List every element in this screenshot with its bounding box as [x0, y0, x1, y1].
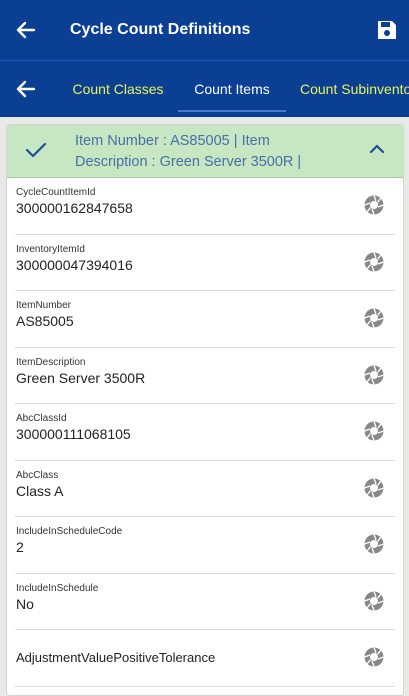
field-label: CycleCountItemId	[16, 187, 96, 198]
field-label: ItemDescription	[16, 356, 86, 368]
field-label: IncludeInScheduleCode	[16, 526, 123, 537]
arrow-left-icon	[16, 21, 36, 39]
back-button[interactable]	[0, 0, 52, 60]
chevron-up-icon[interactable]	[369, 143, 385, 155]
camera-aperture-icon[interactable]	[363, 364, 385, 386]
camera-aperture-icon[interactable]	[363, 477, 385, 499]
field-value: No	[16, 595, 34, 612]
tab-count-subinventories[interactable]: Count Subinventories	[300, 61, 409, 117]
field-value: 2	[16, 539, 24, 555]
field-label: AbcClassId	[16, 413, 67, 424]
card-header-line2: Description : Green Server 3500R |	[75, 154, 302, 170]
card-header-text: Item Number : AS85005 | Item Description…	[75, 131, 345, 173]
tab-bar: Count Classes Count Items Count Subinven…	[0, 60, 409, 117]
arrow-left-icon	[16, 80, 36, 98]
camera-aperture-icon[interactable]	[363, 307, 385, 329]
tab-back-button[interactable]	[0, 61, 52, 117]
camera-aperture-icon[interactable]	[363, 590, 385, 612]
field-value: 300000047394016	[16, 256, 133, 273]
card-header[interactable]: Item Number : AS85005 | Item Description…	[7, 125, 403, 178]
card-header-line1: Item Number : AS85005 | Item	[75, 133, 270, 149]
field-row-inventoryitemid: InventoryItemId 300000047394016	[15, 235, 395, 291]
field-label: InventoryItemId	[16, 243, 85, 255]
field-row-abcclassid: AbcClassId 300000111068105	[15, 404, 395, 461]
field-label: AbcClass	[16, 469, 59, 481]
camera-aperture-icon[interactable]	[363, 646, 385, 668]
check-icon	[25, 142, 47, 158]
item-card: Item Number : AS85005 | Item Description…	[6, 124, 404, 696]
tab-count-items[interactable]: Count Items	[178, 61, 286, 117]
field-row-adjustmentvaluepositivetolerance: AdjustmentValuePositiveTolerance	[15, 630, 395, 687]
camera-aperture-icon[interactable]	[363, 420, 385, 442]
field-label: AdjustmentValuePositiveTolerance	[16, 650, 216, 665]
page-title: Cycle Count Definitions	[70, 21, 251, 38]
save-button[interactable]	[365, 0, 409, 60]
field-value: Green Server 3500R	[16, 369, 146, 386]
camera-aperture-icon[interactable]	[363, 533, 385, 555]
field-row-includeinschedule: IncludeInSchedule No	[15, 574, 395, 630]
app-header: Cycle Count Definitions	[0, 0, 409, 60]
field-row-itemdescription: ItemDescription Green Server 3500R	[15, 348, 395, 404]
field-row-includeinschedulecode: IncludeInScheduleCode 2	[15, 517, 395, 574]
field-label: ItemNumber	[16, 300, 72, 311]
field-value: 300000162847658	[16, 200, 133, 216]
camera-aperture-icon[interactable]	[363, 251, 385, 273]
floppy-disk-icon	[378, 21, 396, 39]
field-label: IncludeInSchedule	[16, 582, 99, 594]
field-row-abcclass: AbcClass Class A	[15, 461, 395, 517]
tab-count-classes[interactable]: Count Classes	[66, 61, 170, 117]
field-value: AS85005	[16, 313, 74, 329]
field-value: 300000111068105	[16, 426, 131, 442]
field-row-cyclecountitemid: CycleCountItemId 300000162847658	[15, 178, 395, 235]
field-value: Class A	[16, 482, 64, 499]
camera-aperture-icon[interactable]	[363, 194, 385, 216]
field-row-itemnumber: ItemNumber AS85005	[15, 291, 395, 348]
